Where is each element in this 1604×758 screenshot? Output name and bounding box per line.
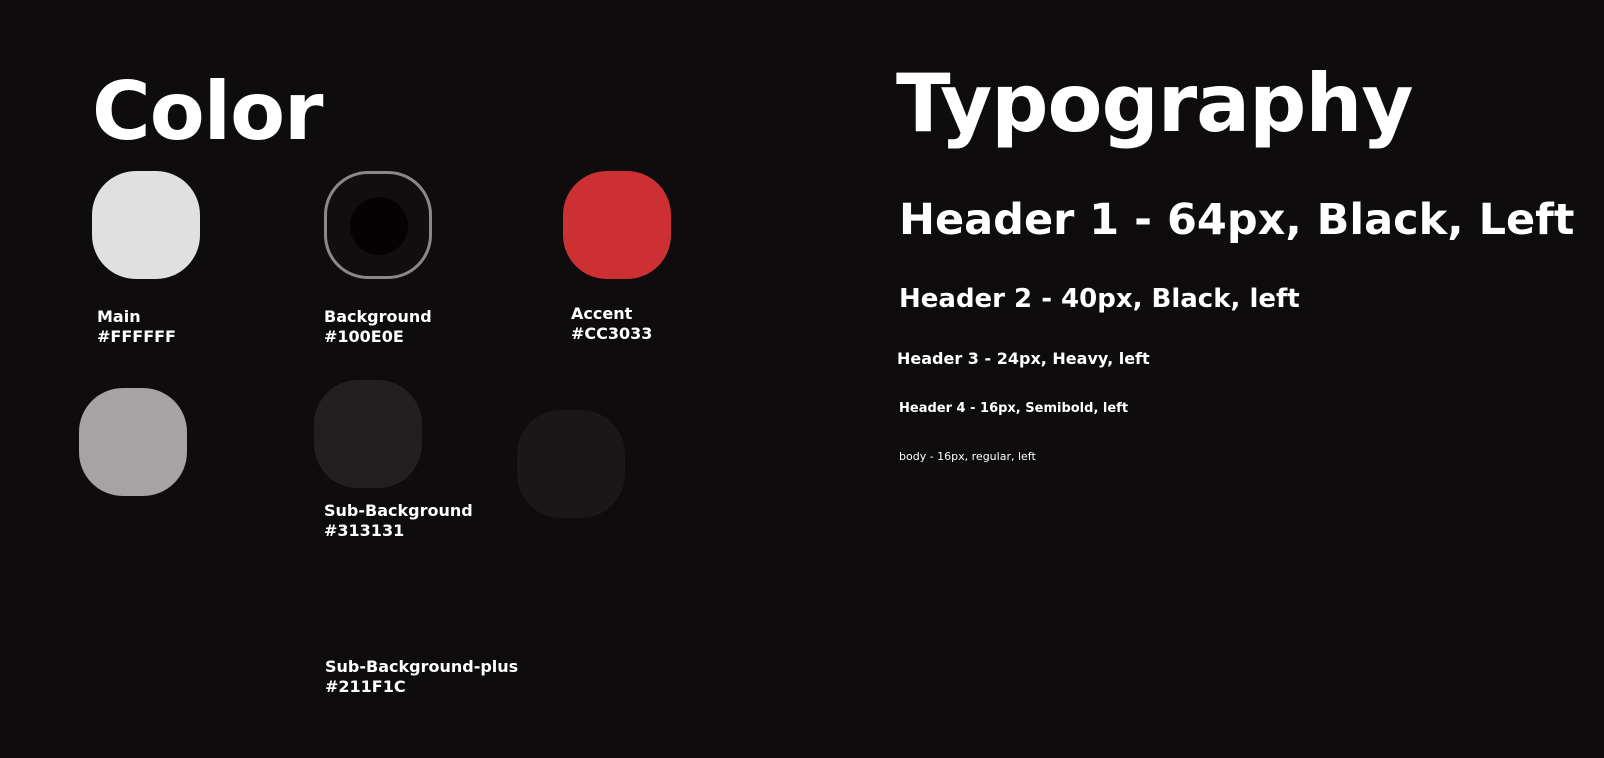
- main-color-hex: #FFFFFF: [97, 327, 176, 346]
- main-color-swatch: [92, 171, 200, 279]
- background-color-name: Background: [324, 307, 432, 326]
- background-color-swatch-center: [350, 197, 408, 255]
- header-3-sample: Header 3 - 24px, Heavy, left: [897, 349, 1150, 368]
- sub-background-plus-color-label: Sub-Background-plus #211F1C: [325, 657, 518, 697]
- accent-color-name: Accent: [571, 304, 633, 323]
- color-section-title: Color: [92, 65, 324, 158]
- main-color-label: Main #FFFFFF: [97, 307, 176, 347]
- body-text-sample: body - 16px, regular, left: [899, 450, 1036, 463]
- sub-background-color-name: Sub-Background: [324, 501, 473, 520]
- background-color-label: Background #100E0E: [324, 307, 432, 347]
- sub-background-color-label: Sub-Background #313131: [324, 501, 473, 541]
- typography-section-title: Typography: [896, 57, 1414, 150]
- header-1-sample: Header 1 - 64px, Black, Left: [899, 195, 1575, 245]
- gray-color-swatch: [79, 388, 187, 496]
- header-2-sample: Header 2 - 40px, Black, left: [899, 284, 1300, 314]
- sub-background-color-swatch: [314, 380, 422, 488]
- accent-color-label: Accent #CC3033: [571, 304, 652, 344]
- header-4-sample: Header 4 - 16px, Semibold, left: [899, 401, 1129, 416]
- accent-color-swatch: [563, 171, 671, 279]
- background-color-swatch: [324, 171, 432, 279]
- sub-background-color-hex: #313131: [324, 521, 405, 540]
- background-color-hex: #100E0E: [324, 327, 404, 346]
- sub-background-plus-color-name: Sub-Background-plus: [325, 657, 519, 676]
- sub-background-plus-color-swatch: [517, 410, 625, 518]
- sub-background-plus-color-hex: #211F1C: [325, 677, 406, 696]
- main-color-name: Main: [97, 307, 141, 326]
- accent-color-hex: #CC3033: [571, 324, 653, 343]
